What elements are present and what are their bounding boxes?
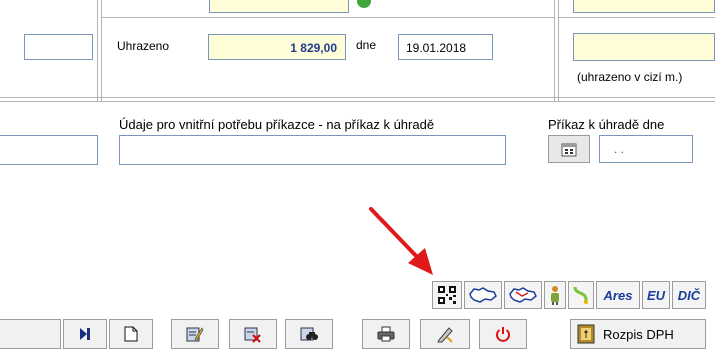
route-lookup-button[interactable] — [568, 281, 594, 309]
order-date-label: Příkaz k úhradě dne — [548, 117, 665, 132]
order-date-picker-button[interactable] — [548, 135, 590, 163]
dic-button[interactable]: DIČ — [672, 281, 706, 309]
foreign-currency-field[interactable] — [573, 33, 715, 61]
frame-divider — [101, 0, 102, 101]
search-button[interactable] — [285, 319, 333, 349]
sign-button[interactable] — [420, 319, 470, 349]
new-document-button[interactable] — [109, 319, 153, 349]
top-cropped-field[interactable] — [209, 0, 349, 13]
binoculars-icon — [300, 327, 318, 341]
dic-label: DIČ — [677, 287, 701, 303]
date-label: dne — [356, 38, 377, 52]
qr-code-button[interactable] — [432, 281, 462, 309]
left-cropped-field-2[interactable] — [0, 135, 98, 165]
status-green-icon — [357, 0, 371, 8]
edit-icon — [186, 327, 204, 342]
calendar-icon — [561, 143, 577, 157]
skip-to-end-icon — [80, 328, 90, 340]
order-date-field[interactable]: . . — [599, 135, 693, 163]
power-icon — [496, 327, 510, 342]
left-cropped-field[interactable] — [24, 34, 93, 60]
red-arrow-annotation — [369, 207, 433, 275]
foreign-currency-note: (uhrazeno v cizí m.) — [577, 70, 683, 84]
person-lookup-button[interactable] — [544, 281, 566, 309]
edit-button[interactable] — [171, 319, 219, 349]
toolbar-button-cropped[interactable] — [0, 319, 61, 349]
rozpis-dph-button[interactable]: Rozpis DPH — [570, 319, 706, 349]
eu-vat-button[interactable]: EU — [642, 281, 670, 309]
printer-icon — [377, 326, 395, 342]
top-right-cropped-field[interactable] — [573, 0, 715, 13]
czech-region-button[interactable] — [504, 281, 542, 309]
czech-region-map-icon — [509, 287, 537, 303]
frame-divider — [558, 0, 559, 101]
delete-icon — [244, 327, 261, 343]
paid-date-field[interactable]: 19.01.2018 — [398, 34, 493, 60]
ares-label: Ares — [603, 287, 633, 303]
close-power-button[interactable] — [479, 319, 527, 349]
czech-map-button[interactable] — [464, 281, 502, 309]
rozpis-dph-label: Rozpis DPH — [603, 326, 674, 342]
frame-divider — [97, 0, 98, 101]
signature-pen-icon — [437, 327, 453, 343]
vat-book-icon — [577, 324, 595, 344]
eu-label: EU — [646, 287, 666, 303]
last-record-button[interactable] — [63, 319, 107, 349]
paid-date-value: 19.01.2018 — [406, 41, 467, 55]
paid-amount-value: 1 829,00 — [290, 41, 337, 55]
order-date-value: . . — [614, 142, 625, 156]
person-icon — [551, 286, 559, 305]
route-icon — [573, 286, 588, 304]
frame-divider — [558, 17, 715, 18]
frame-divider — [101, 17, 554, 18]
qr-code-icon — [438, 286, 456, 304]
czech-map-icon — [469, 287, 497, 303]
internal-info-label: Údaje pro vnitřní potřebu příkazce - na … — [119, 117, 435, 132]
new-document-icon — [124, 326, 138, 342]
internal-info-field[interactable] — [119, 135, 506, 165]
frame-divider — [0, 97, 715, 98]
frame-divider — [554, 0, 555, 101]
print-button[interactable] — [362, 319, 410, 349]
frame-divider — [0, 101, 715, 102]
ares-button[interactable]: Ares — [596, 281, 640, 309]
paid-label: Uhrazeno — [117, 39, 170, 53]
delete-button[interactable] — [229, 319, 277, 349]
paid-amount-field[interactable]: 1 829,00 — [208, 34, 346, 60]
